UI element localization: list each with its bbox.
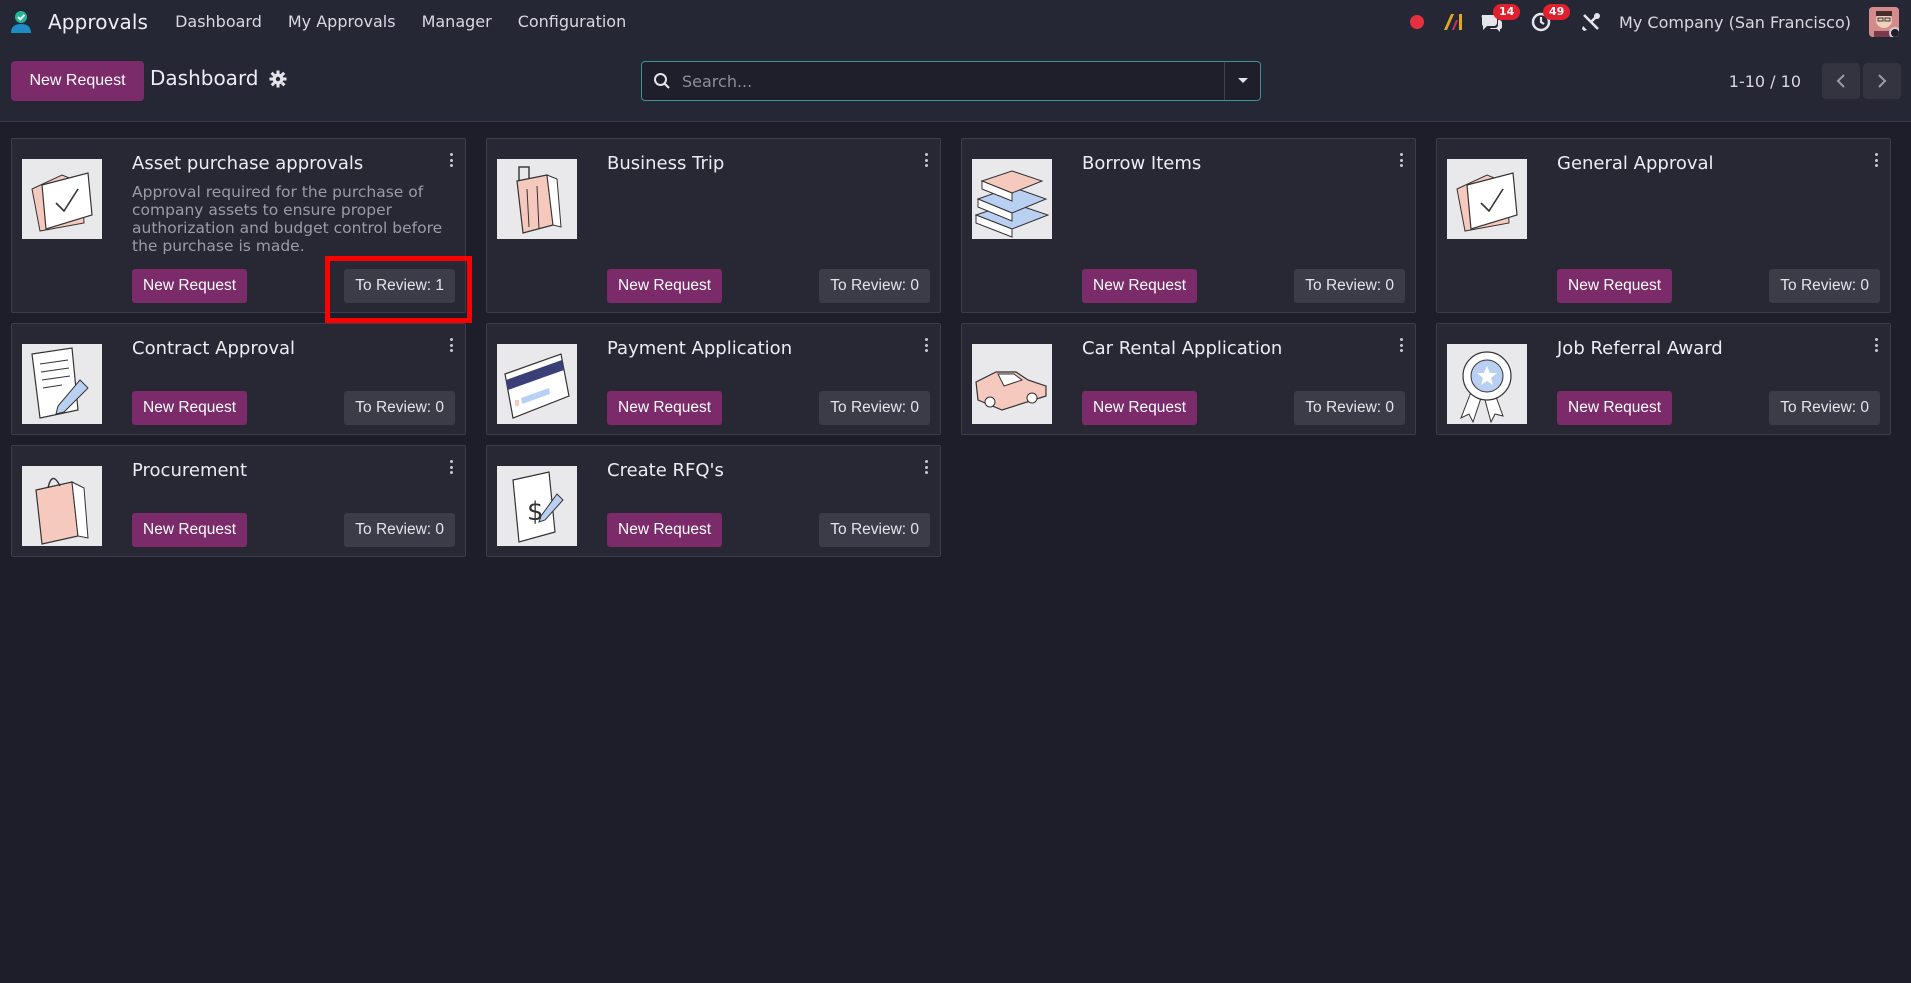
- menu-manager[interactable]: Manager: [409, 0, 505, 44]
- card-to-review-button[interactable]: To Review: 0: [1769, 391, 1880, 425]
- caret-down-icon: [1237, 78, 1248, 83]
- menu-my-approvals[interactable]: My Approvals: [275, 0, 409, 44]
- card-title[interactable]: Create RFQ's: [607, 460, 724, 481]
- search-options-toggle[interactable]: [1224, 62, 1260, 100]
- credit-card-icon: [497, 344, 577, 424]
- chevron-right-icon: [1878, 74, 1887, 88]
- shopping-bag-icon: [22, 466, 102, 546]
- kebab-menu-icon[interactable]: [920, 458, 932, 476]
- systray: 14 49 My Company (San Francisco): [1403, 0, 1911, 44]
- control-panel: New Request Dashboard Search... 1-10 / 1…: [0, 44, 1911, 122]
- company-switcher[interactable]: My Company (San Francisco): [1619, 13, 1851, 32]
- pager-next-button[interactable]: [1863, 63, 1901, 99]
- search-icon: [642, 62, 682, 100]
- highlight-box: [325, 256, 472, 323]
- approvals-logo-icon: [8, 9, 34, 35]
- gear-icon[interactable]: [269, 69, 287, 88]
- pager-previous-button[interactable]: [1822, 63, 1860, 99]
- card-to-review-button[interactable]: To Review: 0: [1294, 269, 1405, 303]
- dollar-document-icon: $: [497, 466, 577, 546]
- kebab-menu-icon[interactable]: [920, 151, 932, 169]
- menu-configuration[interactable]: Configuration: [505, 0, 640, 44]
- card-to-review-button[interactable]: To Review: 0: [819, 391, 930, 425]
- kebab-menu-icon[interactable]: [445, 336, 457, 354]
- card-title[interactable]: Business Trip: [607, 153, 724, 174]
- chevron-left-icon: [1836, 74, 1845, 88]
- card-to-review-button[interactable]: To Review: 0: [819, 513, 930, 547]
- card-to-review-button[interactable]: To Review: 0: [1294, 391, 1405, 425]
- activities-clock-icon[interactable]: 49: [1527, 4, 1571, 36]
- approval-card[interactable]: Business Trip New Request To Review: 0: [486, 138, 941, 313]
- card-new-request-button[interactable]: New Request: [132, 513, 248, 547]
- luggage-icon: [497, 159, 577, 239]
- card-to-review-button[interactable]: To Review: 0: [344, 391, 455, 425]
- card-to-review-button[interactable]: To Review: 0: [819, 269, 930, 303]
- approval-card[interactable]: Borrow Items New Request To Review: 0: [961, 138, 1416, 313]
- card-new-request-button[interactable]: New Request: [1557, 269, 1673, 303]
- books-icon: [972, 159, 1052, 239]
- debug-tools-icon[interactable]: [1577, 8, 1605, 36]
- app-title: Approvals: [48, 10, 149, 34]
- approval-card[interactable]: $ Create RFQ's New Request To Review: 0: [486, 445, 941, 557]
- card-new-request-button[interactable]: New Request: [132, 269, 248, 303]
- card-description: Approval required for the purchase of co…: [132, 183, 443, 255]
- approval-card[interactable]: Payment Application New Request To Revie…: [486, 323, 941, 435]
- page-title: Dashboard: [150, 66, 259, 90]
- new-request-button[interactable]: New Request: [11, 61, 144, 101]
- kebab-menu-icon[interactable]: [920, 336, 932, 354]
- card-to-review-button[interactable]: To Review: 0: [1769, 269, 1880, 303]
- recording-dot-icon[interactable]: [1403, 8, 1431, 36]
- card-title[interactable]: Contract Approval: [132, 338, 295, 359]
- approval-card[interactable]: Contract Approval New Request To Review:…: [11, 323, 466, 435]
- breadcrumb: Dashboard: [150, 66, 287, 90]
- card-title[interactable]: Borrow Items: [1082, 153, 1201, 174]
- card-title[interactable]: Payment Application: [607, 338, 792, 359]
- card-new-request-button[interactable]: New Request: [132, 391, 248, 425]
- card-new-request-button[interactable]: New Request: [607, 391, 723, 425]
- messages-badge: 14: [1493, 4, 1521, 20]
- pager-value[interactable]: 1-10 / 10: [1729, 72, 1801, 91]
- app-brand[interactable]: Approvals: [8, 0, 148, 44]
- kebab-menu-icon[interactable]: [1870, 151, 1882, 169]
- car-icon: [972, 344, 1052, 424]
- kebab-menu-icon[interactable]: [1395, 336, 1407, 354]
- activities-badge: 49: [1543, 4, 1571, 20]
- search-bar: [641, 61, 1261, 101]
- kebab-menu-icon[interactable]: [1395, 151, 1407, 169]
- card-new-request-button[interactable]: New Request: [607, 269, 723, 303]
- card-title[interactable]: Asset purchase approvals: [132, 153, 363, 174]
- card-new-request-button[interactable]: New Request: [1557, 391, 1673, 425]
- card-title[interactable]: Job Referral Award: [1557, 338, 1723, 359]
- approval-card[interactable]: Procurement New Request To Review: 0: [11, 445, 466, 557]
- ai-logo-icon[interactable]: [1439, 8, 1467, 36]
- card-to-review-button[interactable]: To Review: 0: [344, 513, 455, 547]
- approval-card[interactable]: General Approval New Request To Review: …: [1436, 138, 1891, 313]
- user-avatar[interactable]: [1869, 7, 1899, 37]
- main-menu: Dashboard My Approvals Manager Configura…: [162, 0, 639, 44]
- contract-icon: [22, 344, 102, 424]
- folder-check-icon: [1447, 159, 1527, 239]
- card-new-request-button[interactable]: New Request: [1082, 269, 1198, 303]
- card-title[interactable]: General Approval: [1557, 153, 1714, 174]
- folder-check-icon: [22, 159, 102, 239]
- svg-text:$: $: [527, 497, 544, 527]
- user-status-icon: [1889, 27, 1899, 37]
- messages-icon[interactable]: 14: [1477, 4, 1521, 36]
- menu-dashboard[interactable]: Dashboard: [162, 0, 275, 44]
- kebab-menu-icon[interactable]: [445, 458, 457, 476]
- search-input[interactable]: [682, 62, 1224, 100]
- kebab-menu-icon[interactable]: [1870, 336, 1882, 354]
- approval-card[interactable]: Car Rental Application New Request To Re…: [961, 323, 1416, 435]
- kebab-menu-icon[interactable]: [445, 151, 457, 169]
- card-title[interactable]: Procurement: [132, 460, 247, 481]
- card-new-request-button[interactable]: New Request: [1082, 391, 1198, 425]
- card-new-request-button[interactable]: New Request: [607, 513, 723, 547]
- award-ribbon-icon: [1447, 344, 1527, 424]
- top-navbar: Approvals Dashboard My Approvals Manager…: [0, 0, 1911, 44]
- card-title[interactable]: Car Rental Application: [1082, 338, 1282, 359]
- approval-card[interactable]: Job Referral Award New Request To Review…: [1436, 323, 1891, 435]
